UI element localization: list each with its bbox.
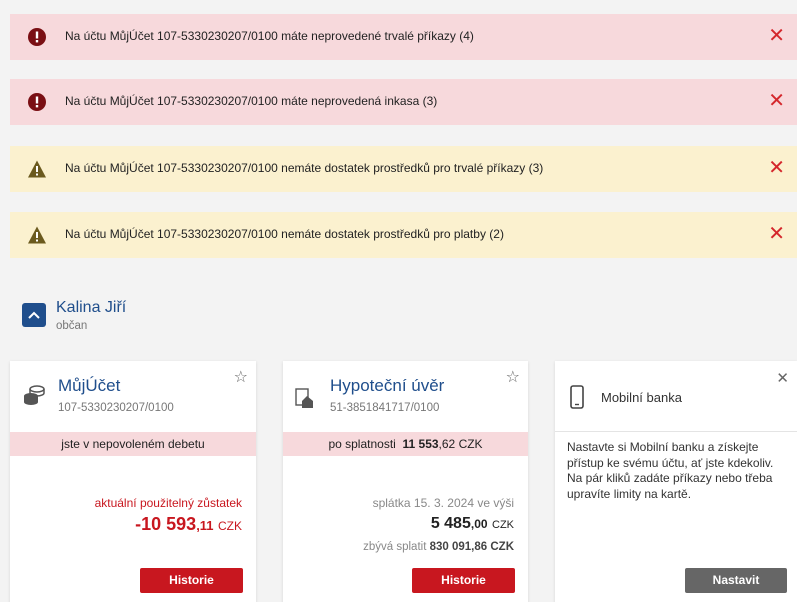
client-name: Kalina Jiří [56, 299, 127, 316]
balance-amount: -10 593,11 CZK [135, 514, 242, 535]
coins-icon [24, 385, 45, 405]
history-button[interactable]: Historie [412, 568, 515, 593]
collapse-button[interactable] [22, 303, 46, 327]
alert-insufficient-funds-payments: Na účtu MůjÚčet 107-5330230207/0100 nemá… [10, 212, 797, 258]
remaining-label: zbývá splatit [363, 541, 427, 553]
installment-amount: 5 485,00 CZK [431, 515, 514, 533]
installment-label: splátka 15. 3. 2024 ve výši [372, 496, 514, 510]
mortgage-number: 51-3851841717/0100 [330, 402, 440, 414]
overdue-band: po splatnosti 11 553,62 CZK [283, 432, 528, 456]
alert-text: Na účtu MůjÚčet 107-5330230207/0100 máte… [65, 94, 438, 108]
warning-icon [28, 226, 46, 244]
overdue-decimals: ,62 CZK [438, 437, 483, 451]
remaining-value: 830 091,86 CZK [429, 541, 514, 553]
mortgage-title[interactable]: Hypoteční úvěr [330, 376, 444, 396]
mobile-banking-card: Mobilní banka ✕ Nastavte si Mobilní bank… [555, 361, 797, 602]
alert-text: Na účtu MůjÚčet 107-5330230207/0100 máte… [65, 29, 474, 43]
alert-text: Na účtu MůjÚčet 107-5330230207/0100 nemá… [65, 161, 544, 175]
overdue-main: 11 553 [402, 437, 439, 451]
star-icon[interactable]: ☆ [506, 367, 520, 387]
balance-decimals: ,11 [196, 518, 214, 533]
chevron-up-icon [28, 311, 40, 319]
account-title[interactable]: MůjÚčet [58, 376, 120, 396]
overdue-label: po splatnosti [328, 437, 396, 451]
remaining: zbývá splatit 830 091,86 CZK [363, 541, 514, 553]
close-icon[interactable]: ✕ [768, 24, 785, 48]
error-icon [28, 28, 46, 46]
close-icon[interactable]: ✕ [776, 369, 789, 387]
account-card: MůjÚčet 107-5330230207/0100 ☆ jste v nep… [10, 361, 256, 602]
history-button[interactable]: Historie [140, 568, 243, 593]
star-icon[interactable]: ☆ [234, 367, 248, 387]
setup-button[interactable]: Nastavit [685, 568, 787, 593]
house-document-icon [295, 388, 313, 408]
currency: CZK [218, 519, 242, 533]
close-icon[interactable]: ✕ [768, 89, 785, 113]
balance-main: -10 593 [135, 514, 197, 534]
alert-text: Na účtu MůjÚčet 107-5330230207/0100 nemá… [65, 227, 504, 241]
mobile-banking-title: Mobilní banka [601, 390, 682, 405]
balance-label: aktuální použitelný zůstatek [94, 496, 242, 510]
smartphone-icon [570, 385, 584, 409]
close-icon[interactable]: ✕ [768, 222, 785, 246]
account-number: 107-5330230207/0100 [58, 402, 174, 414]
alert-unexecuted-standing-orders: Na účtu MůjÚčet 107-5330230207/0100 máte… [10, 14, 797, 60]
client-role: občan [56, 320, 88, 332]
mobile-banking-text: Nastavte si Mobilní banku a získejte pří… [567, 440, 774, 501]
installment-decimals: ,00 [470, 517, 488, 531]
installment-main: 5 485 [430, 515, 471, 532]
divider [555, 431, 797, 432]
alert-unexecuted-direct-debits: Na účtu MůjÚčet 107-5330230207/0100 máte… [10, 79, 797, 125]
error-icon [28, 93, 46, 111]
alert-insufficient-funds-standing-orders: Na účtu MůjÚčet 107-5330230207/0100 nemá… [10, 146, 797, 192]
status-band: jste v nepovoleném debetu [10, 432, 256, 456]
mortgage-card: Hypoteční úvěr 51-3851841717/0100 ☆ po s… [283, 361, 528, 602]
warning-icon [28, 160, 46, 178]
currency: CZK [492, 519, 514, 531]
close-icon[interactable]: ✕ [768, 156, 785, 180]
